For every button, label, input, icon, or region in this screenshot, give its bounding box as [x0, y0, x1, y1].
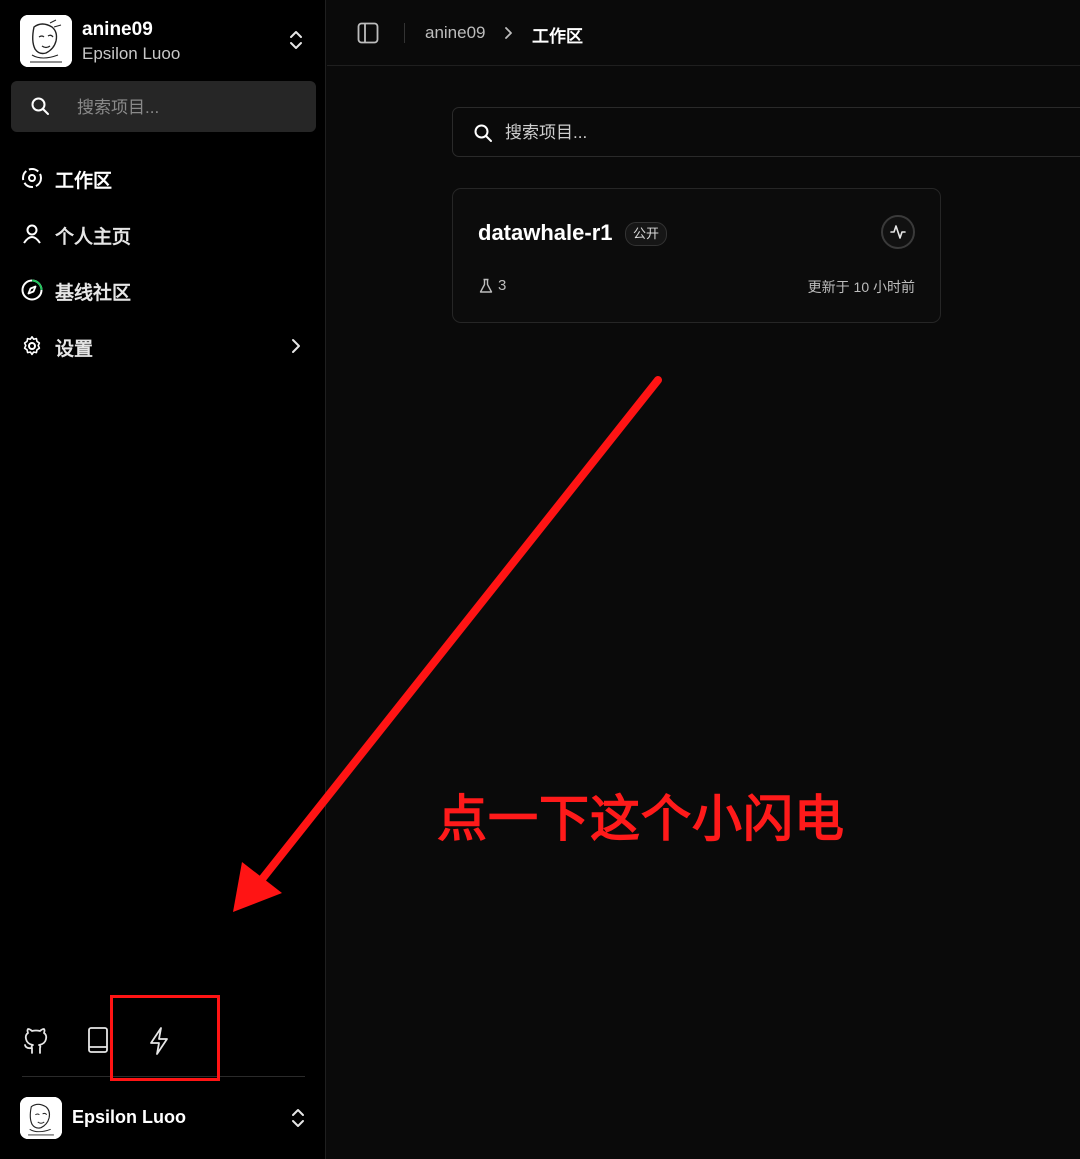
annotation-text: 点一下这个小闪电	[437, 791, 845, 847]
annotation-arrow	[233, 376, 662, 912]
